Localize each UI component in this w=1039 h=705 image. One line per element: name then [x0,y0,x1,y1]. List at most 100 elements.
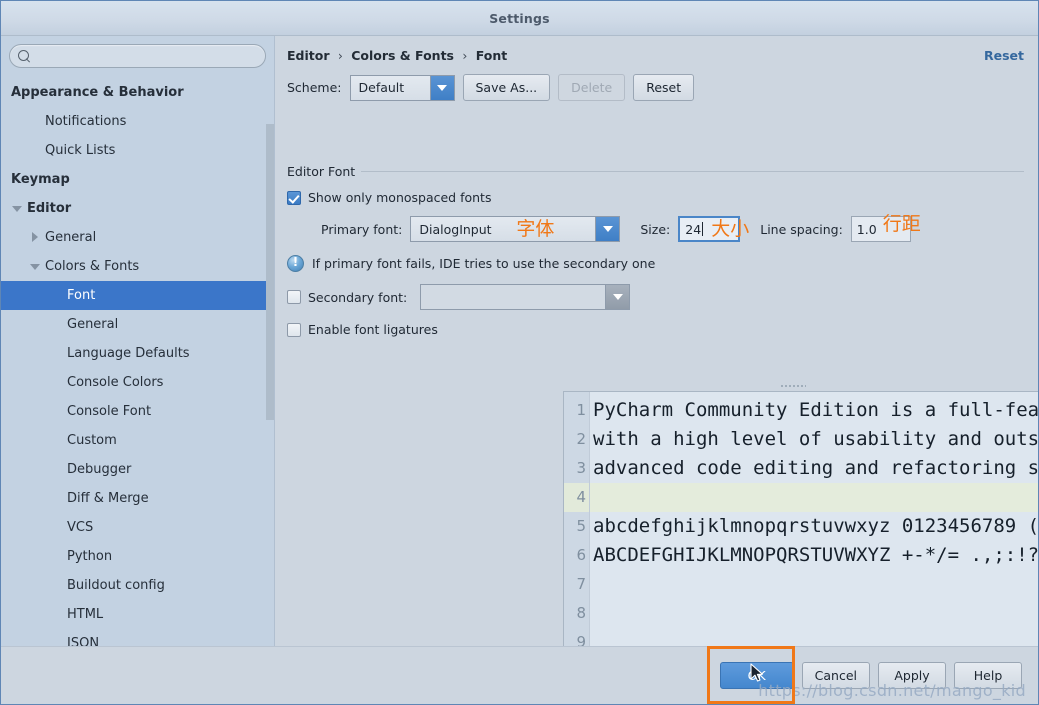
secondary-font-info-row: If primary font fails, IDE tries to use … [287,255,1024,272]
sidebar-item-buildout-config[interactable]: Buildout config [1,571,274,600]
sidebar-item-label: Keymap [11,172,70,187]
sidebar-item-console-font[interactable]: Console Font [1,397,274,426]
text-caret [702,222,704,236]
scheme-reset-button[interactable]: Reset [633,74,695,101]
sidebar-item-html[interactable]: HTML [1,600,274,629]
chevron-down-icon[interactable] [595,217,620,241]
sidebar-item-editor[interactable]: Editor [1,194,274,223]
size-input-value: 24 [685,221,702,237]
secondary-font-row[interactable]: Secondary font: [287,284,1024,310]
font-ligatures-checkbox[interactable] [287,322,301,337]
show-monospaced-row[interactable]: Show only monospaced fonts [287,190,1024,205]
primary-font-annotation: 字体 [516,218,555,240]
editor-line[interactable]: advanced code editing and refactoring su… [590,454,1038,483]
sidebar-item-keymap[interactable]: Keymap [1,165,274,194]
editor-line[interactable]: with a high level of usability and outst… [590,425,1038,454]
show-monospaced-checkbox[interactable] [287,190,301,205]
line-number: 2 [576,430,586,448]
editor-line[interactable] [590,599,1038,628]
sidebar-item-label: Language Defaults [67,346,190,361]
sidebar-item-label: Console Font [67,404,152,419]
search-box[interactable] [9,44,266,68]
sidebar-item-language-defaults[interactable]: Language Defaults [1,339,274,368]
breadcrumb-part-font[interactable]: Font [476,48,508,63]
chevron-down-icon[interactable] [11,202,24,215]
ok-button[interactable]: OK [719,662,794,689]
editor-line[interactable]: abcdefghijklmnopqrstuvwxyz 0123456789 ()… [590,512,1038,541]
breadcrumb-part-colors-fonts[interactable]: Colors & Fonts [351,48,454,63]
sidebar-item-notifications[interactable]: Notifications [1,107,274,136]
sidebar-item-diff-merge[interactable]: Diff & Merge [1,484,274,513]
size-annotation: 大小 [711,218,750,240]
secondary-font-info-text: If primary font fails, IDE tries to use … [312,256,656,271]
scheme-combobox[interactable]: Default [349,74,455,101]
line-spacing-input[interactable]: 1.0 行距 [850,215,921,242]
sidebar-item-vcs[interactable]: VCS [1,513,274,542]
delete-button: Delete [558,74,626,101]
sidebar-item-label: Buildout config [67,578,165,593]
sidebar-item-label: Appearance & Behavior [11,85,184,100]
line-number: 7 [576,575,586,593]
editor-font-group-header: Editor Font [287,164,1024,179]
sidebar-item-debugger[interactable]: Debugger [1,455,274,484]
sidebar-item-custom[interactable]: Custom [1,426,274,455]
size-label: Size: [640,221,671,237]
editor-line[interactable]: ABCDEFGHIJKLMNOPQRSTUVWXYZ +-*/= .,;:!? … [590,541,1038,570]
sidebar-item-appearance-behavior[interactable]: Appearance & Behavior [1,78,274,107]
sidebar-item-label: General [67,317,119,332]
window-titlebar: Settings [1,1,1038,36]
size-input[interactable]: 24 大小 [678,216,749,242]
breadcrumb-part-editor[interactable]: Editor [287,48,330,63]
font-preview-editor[interactable]: 12345678910 PyCharm Community Edition is… [563,391,1038,646]
sidebar-item-console-colors[interactable]: Console Colors [1,368,274,397]
chevron-right-icon[interactable] [29,231,42,244]
group-divider [361,171,1024,172]
editor-gutter: 12345678910 [564,392,590,646]
scheme-combobox-value: Default [350,75,430,100]
sidebar-item-quick-lists[interactable]: Quick Lists [1,136,274,165]
help-button[interactable]: Help [954,662,1022,689]
sidebar-scrollbar-thumb[interactable] [266,124,274,420]
sidebar-item-general[interactable]: General [1,223,274,252]
font-ligatures-row[interactable]: Enable font ligatures [287,322,1024,337]
sidebar-item-json[interactable]: JSON [1,629,274,646]
sidebar-item-python[interactable]: Python [1,542,274,571]
line-number: 6 [576,546,586,564]
apply-button[interactable]: Apply [878,662,946,689]
sidebar-item-colors-fonts[interactable]: Colors & Fonts [1,252,274,281]
breadcrumb-row: Editor › Colors & Fonts › Font Reset [275,36,1038,63]
scheme-label: Scheme: [287,80,342,95]
editor-line[interactable] [590,570,1038,599]
search-input[interactable] [31,46,265,66]
editor-line[interactable] [590,628,1038,646]
sidebar-scrollbar[interactable] [265,72,274,646]
chevron-down-icon[interactable] [29,260,42,273]
editor-line[interactable] [590,483,1038,512]
chevron-down-icon[interactable] [429,75,454,100]
reset-link[interactable]: Reset [984,48,1024,63]
editor-line[interactable]: PyCharm Community Edition is a full-feat… [590,396,1038,425]
sidebar-item-label: Editor [27,201,72,216]
panel-splitter[interactable] [561,381,1024,391]
secondary-font-checkbox[interactable] [287,290,301,304]
editor-font-group: Editor Font Show only monospaced fonts P… [287,164,1024,337]
editor-code-area[interactable]: PyCharm Community Edition is a full-feat… [590,392,1038,646]
cancel-button[interactable]: Cancel [801,662,870,689]
primary-font-combobox[interactable]: DialogInput 字体 [410,216,621,242]
sidebar-item-font[interactable]: Font [1,281,274,310]
settings-content-panel: Editor › Colors & Fonts › Font Reset Sch… [275,36,1038,646]
breadcrumb-separator-1: › [337,48,343,63]
sidebar-item-general[interactable]: General [1,310,274,339]
sidebar-item-label: HTML [67,607,104,622]
search-container [1,36,274,74]
save-as-button[interactable]: Save As... [462,74,551,101]
